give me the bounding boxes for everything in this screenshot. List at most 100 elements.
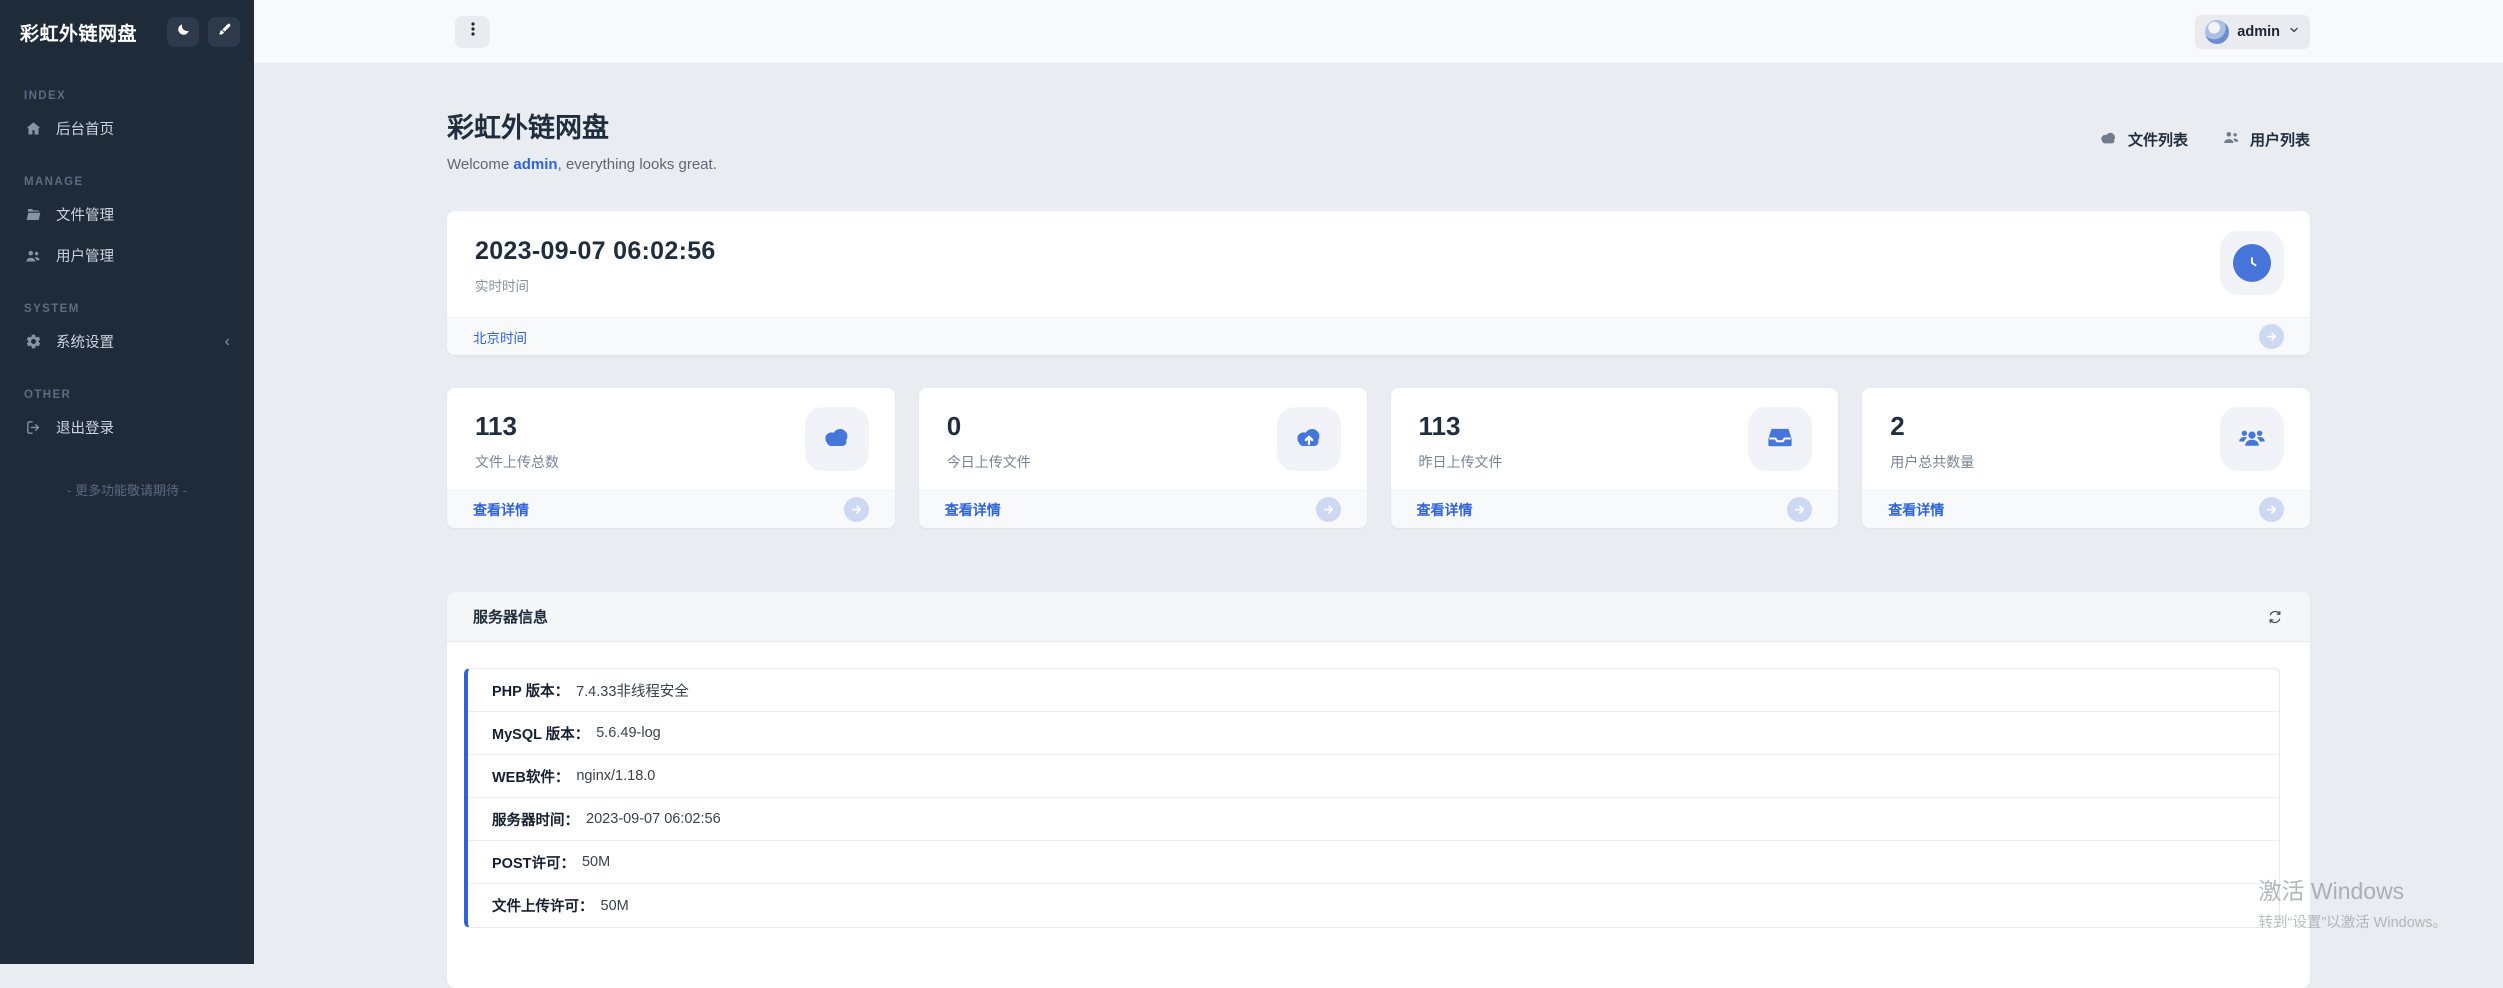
quick-link-user-list[interactable]: 用户列表	[2222, 128, 2310, 151]
arrow-right-icon[interactable]	[2259, 324, 2284, 349]
users-icon	[24, 247, 42, 265]
view-details-link[interactable]: 查看详情	[1417, 500, 1473, 520]
sidebar-item-file-manage[interactable]: 文件管理	[0, 194, 254, 235]
view-details-link[interactable]: 查看详情	[1888, 500, 1944, 520]
user-name: admin	[2237, 24, 2280, 40]
realtime-clock: 2023-09-07 06:02:56	[475, 237, 2282, 266]
server-info-title: 服务器信息	[473, 606, 548, 627]
quick-links: 文件列表 用户列表	[2098, 128, 2310, 151]
gear-icon	[24, 333, 42, 351]
welcome-suffix: , everything looks great.	[558, 156, 717, 173]
row-label: WEB软件：	[492, 766, 569, 787]
server-info-list: PHP 版本： 7.4.33非线程安全 MySQL 版本： 5.6.49-log W…	[464, 668, 2280, 928]
server-info-row-web: WEB软件： nginx/1.18.0	[468, 755, 2279, 798]
arrow-right-icon[interactable]	[1316, 497, 1341, 522]
server-info-body: PHP 版本： 7.4.33非线程安全 MySQL 版本： 5.6.49-log W…	[447, 642, 2310, 988]
main-content: 彩虹外链网盘 Welcome admin, everything looks g…	[254, 64, 2503, 964]
sidebar-item-label: 用户管理	[56, 245, 114, 266]
welcome-prefix: Welcome	[447, 156, 513, 173]
server-info-row-time: 服务器时间： 2023-09-07 06:02:56	[468, 798, 2279, 841]
stat-cards-row: 113 文件上传总数 查看详情 0	[447, 388, 2310, 528]
sidebar-item-user-manage[interactable]: 用户管理	[0, 235, 254, 276]
row-label: MySQL 版本：	[492, 723, 589, 744]
quick-link-label: 文件列表	[2128, 129, 2188, 150]
clock-caption: 实时时间	[475, 275, 2282, 295]
cloud-icon	[2098, 129, 2119, 150]
sidebar-item-label: 文件管理	[56, 204, 114, 225]
sidebar-section-index: INDEX	[0, 90, 254, 102]
beijing-time-link[interactable]: 北京时间	[473, 327, 527, 347]
stat-card-total-users: 2 用户总共数量 查看详情	[1862, 388, 2310, 528]
sidebar-item-label: 退出登录	[56, 417, 114, 438]
menu-kebab-button[interactable]	[455, 16, 490, 48]
cloud-upload-icon	[1292, 423, 1326, 455]
user-group-icon	[2236, 421, 2268, 458]
server-info-row-upload: 文件上传许可： 50M	[468, 884, 2279, 927]
stat-icon-tile	[805, 407, 869, 471]
row-label: 文件上传许可：	[492, 895, 594, 916]
clock-card: 2023-09-07 06:02:56 实时时间 北京时间	[447, 211, 2310, 355]
folder-icon	[24, 206, 42, 224]
cloud-icon	[820, 423, 854, 455]
quick-link-label: 用户列表	[2250, 129, 2310, 150]
server-info-header: 服务器信息	[447, 592, 2310, 642]
sidebar-footnote: - 更多功能敬请期待 -	[0, 480, 254, 499]
arrow-right-icon[interactable]	[1787, 497, 1812, 522]
server-info-row-post: POST许可： 50M	[468, 841, 2279, 884]
sidebar-item-system-settings[interactable]: 系统设置 ‹	[0, 321, 254, 362]
row-value: nginx/1.18.0	[576, 768, 655, 784]
server-info-row-php: PHP 版本： 7.4.33非线程安全	[468, 669, 2279, 712]
view-details-link[interactable]: 查看详情	[945, 500, 1001, 520]
theme-brush-button[interactable]	[208, 17, 240, 47]
home-icon	[24, 120, 42, 138]
topbar: admin	[254, 0, 2503, 64]
page-title: 彩虹外链网盘	[447, 106, 717, 145]
row-label: POST许可：	[492, 852, 575, 873]
row-value: 2023-09-07 06:02:56	[586, 811, 721, 827]
clock-icon	[2233, 244, 2271, 282]
row-label: PHP 版本：	[492, 680, 569, 701]
stat-card-today-uploads: 0 今日上传文件 查看详情	[919, 388, 1367, 528]
chevron-left-icon: ‹	[225, 334, 230, 350]
server-info-row-mysql: MySQL 版本： 5.6.49-log	[468, 712, 2279, 755]
row-value: 7.4.33非线程安全	[576, 680, 689, 701]
sidebar-item-label: 系统设置	[56, 331, 114, 352]
sidebar-section-system: SYSTEM	[0, 303, 254, 315]
stat-icon-tile	[1748, 407, 1812, 471]
logout-icon	[24, 419, 42, 437]
stat-card-total-uploads: 113 文件上传总数 查看详情	[447, 388, 895, 528]
server-info-card: 服务器信息 PHP 版本： 7.4.33非线程安全 MySQL 版本： 5.6.49…	[447, 592, 2310, 988]
stat-icon-tile	[2220, 407, 2284, 471]
row-label: 服务器时间：	[492, 809, 579, 830]
welcome-text: Welcome admin, everything looks great.	[447, 156, 717, 173]
sidebar-header: 彩虹外链网盘	[0, 0, 254, 64]
arrow-right-icon[interactable]	[2259, 497, 2284, 522]
stat-card-yesterday-uploads: 113 昨日上传文件 查看详情	[1391, 388, 1839, 528]
view-details-link[interactable]: 查看详情	[473, 500, 529, 520]
welcome-admin-link[interactable]: admin	[513, 156, 557, 173]
sidebar-item-dashboard[interactable]: 后台首页	[0, 108, 254, 149]
clock-icon-tile	[2220, 231, 2284, 295]
arrow-right-icon[interactable]	[844, 497, 869, 522]
inbox-icon	[1765, 422, 1795, 457]
sidebar-section-other: OTHER	[0, 389, 254, 401]
sidebar: 彩虹外链网盘 INDEX 后台首页 MANAGE 文件管理 用户管理 SYSTE…	[0, 0, 254, 964]
brush-icon	[217, 22, 232, 42]
sidebar-item-logout[interactable]: 退出登录	[0, 407, 254, 448]
avatar	[2205, 20, 2229, 44]
moon-icon	[176, 22, 191, 42]
stat-icon-tile	[1277, 407, 1341, 471]
theme-toggle-button[interactable]	[167, 17, 199, 47]
users-icon	[2222, 128, 2241, 151]
brand-title: 彩虹外链网盘	[20, 19, 158, 46]
quick-link-file-list[interactable]: 文件列表	[2098, 129, 2188, 150]
row-value: 50M	[601, 898, 629, 914]
user-menu-button[interactable]: admin	[2195, 15, 2310, 49]
chevron-down-icon	[2288, 23, 2300, 41]
page-header: 彩虹外链网盘 Welcome admin, everything looks g…	[447, 106, 2310, 173]
row-value: 5.6.49-log	[596, 725, 661, 741]
sidebar-section-manage: MANAGE	[0, 176, 254, 188]
sidebar-item-label: 后台首页	[56, 118, 114, 139]
row-value: 50M	[582, 854, 610, 870]
refresh-icon[interactable]	[2266, 608, 2284, 626]
